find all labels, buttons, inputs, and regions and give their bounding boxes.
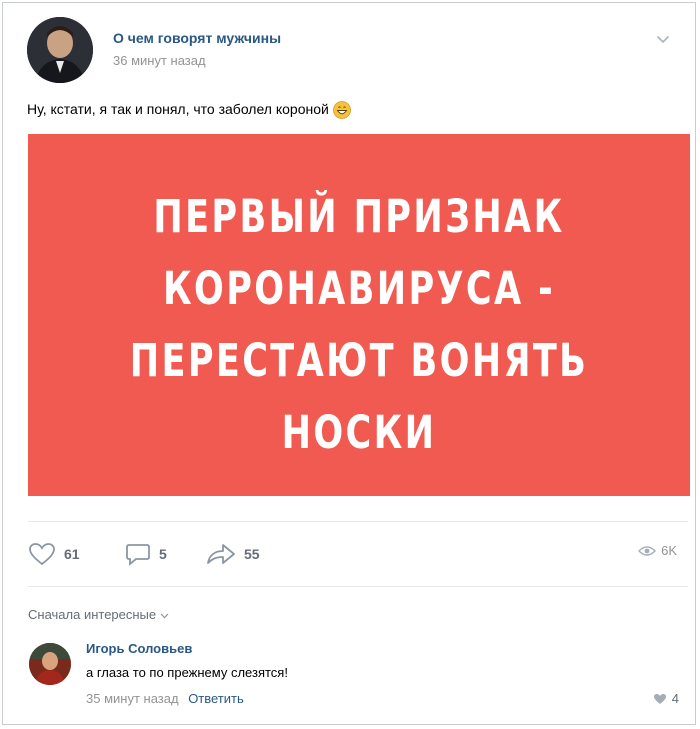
eye-icon	[638, 545, 657, 556]
commenter-avatar[interactable]	[29, 643, 71, 685]
comment-button[interactable]: 5	[125, 541, 167, 567]
comment-icon	[126, 544, 150, 566]
comment-count: 5	[159, 546, 167, 562]
share-count: 55	[244, 546, 260, 562]
grinning-emoji-icon	[332, 101, 351, 120]
group-avatar[interactable]	[27, 17, 93, 83]
comments-sort-dropdown[interactable]: Сначала интересные	[28, 607, 169, 622]
reply-button[interactable]: Ответить	[188, 691, 244, 706]
banner-line: ПЕРВЫЙ ПРИЗНАК	[153, 190, 565, 243]
like-button[interactable]: 61	[28, 541, 80, 567]
share-icon	[207, 544, 235, 564]
banner-line: КОРОНАВИРУСА -	[162, 262, 556, 315]
like-count: 61	[64, 546, 80, 562]
avatar-photo	[27, 17, 93, 83]
post-timestamp[interactable]: 36 минут назад	[113, 53, 206, 68]
post-image-banner[interactable]: ПЕРВЫЙ ПРИЗНАК КОРОНАВИРУСА - ПЕРЕСТАЮТ …	[28, 134, 690, 496]
comment-like-button[interactable]: 4	[653, 691, 679, 706]
comment-timestamp[interactable]: 35 минут назад	[86, 691, 179, 706]
divider	[28, 521, 688, 522]
comment-like-count: 4	[671, 691, 679, 706]
banner-line: НОСКИ	[281, 406, 437, 459]
chevron-down-icon[interactable]	[655, 31, 671, 47]
divider	[28, 586, 688, 587]
views-counter: 6K	[638, 543, 677, 558]
banner-line: ПЕРЕСТАЮТ ВОНЯТЬ	[129, 334, 589, 387]
heart-icon	[29, 543, 55, 566]
post-text: Ну, кстати, я так и понял, что заболел к…	[27, 101, 351, 120]
chevron-down-icon	[160, 613, 169, 619]
banner-caption: ПЕРВЫЙ ПРИЗНАК КОРОНАВИРУСА - ПЕРЕСТАЮТ …	[101, 181, 617, 469]
heart-icon	[653, 693, 666, 704]
share-button[interactable]: 55	[206, 541, 260, 567]
group-name-link[interactable]: О чем говорят мужчины	[113, 30, 281, 46]
comment-author-link[interactable]: Игорь Соловьев	[86, 641, 192, 656]
avatar-photo	[29, 643, 71, 685]
comment-meta: 35 минут назад Ответить	[86, 691, 244, 706]
post-card: О чем говорят мужчины 36 минут назад Ну,…	[2, 2, 696, 725]
views-count: 6K	[661, 543, 677, 558]
comment-text: а глаза то по прежнему слезятся!	[86, 665, 288, 680]
